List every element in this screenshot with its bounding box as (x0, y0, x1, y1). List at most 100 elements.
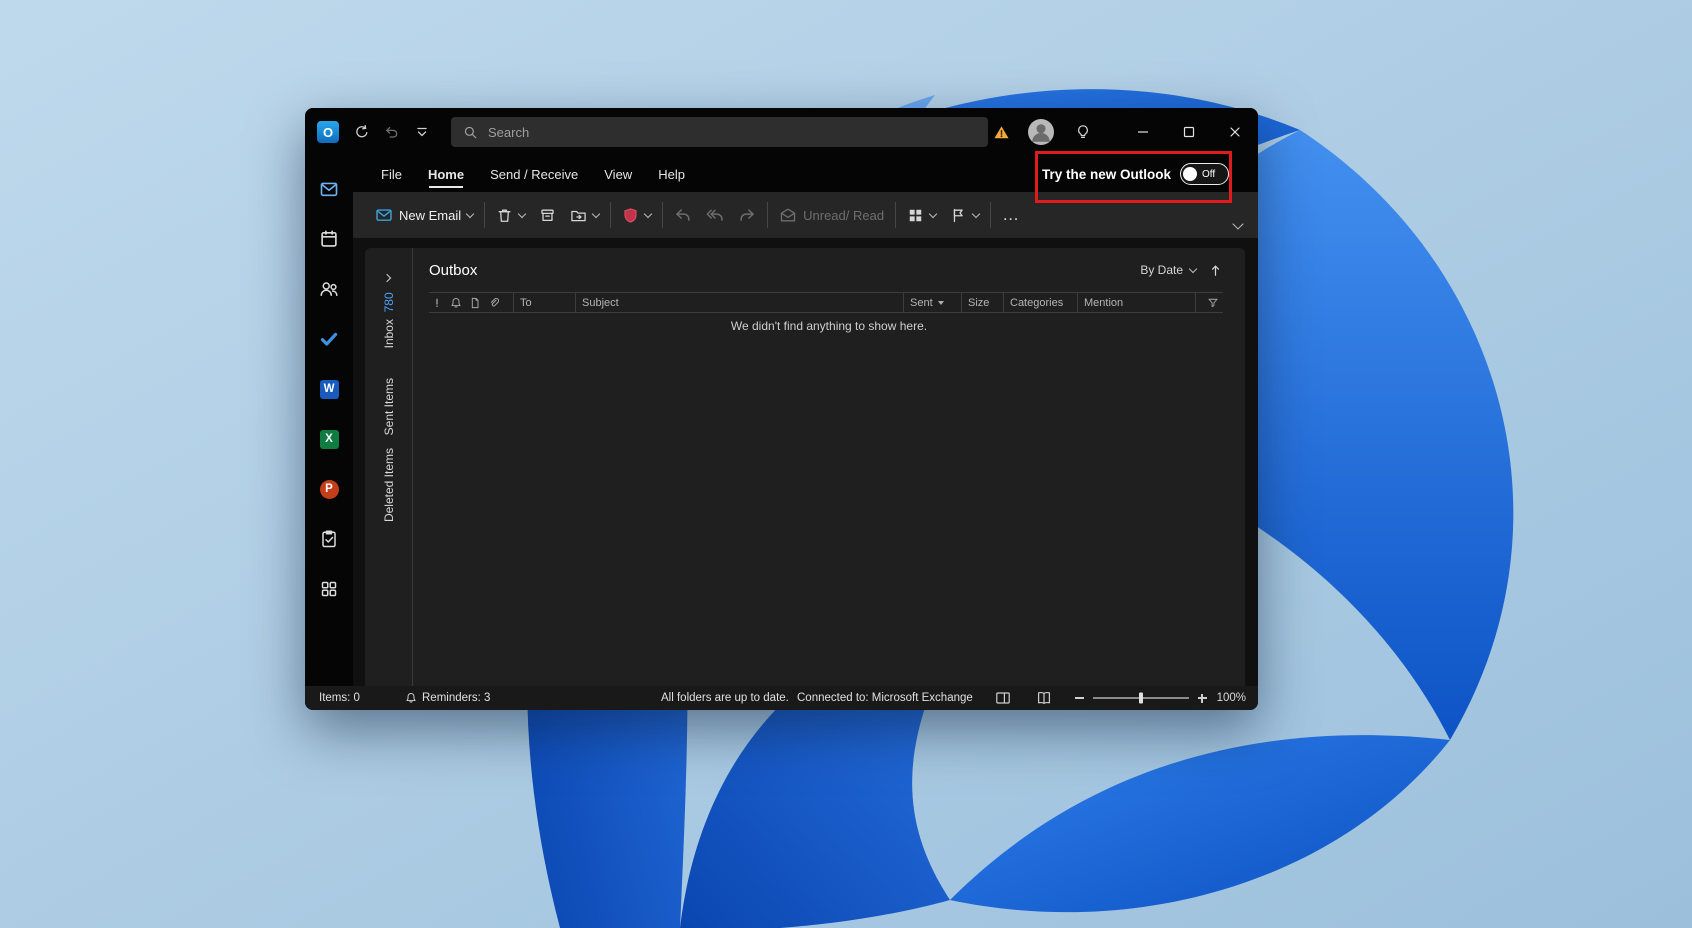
rail-word-button[interactable]: W (305, 364, 353, 414)
column-size[interactable]: Size (961, 293, 1003, 312)
menu-help[interactable]: Help (658, 156, 685, 192)
mail-panel: Inbox780 Sent Items Deleted Items Outbox… (365, 248, 1245, 686)
folder-inbox[interactable]: Inbox780 (382, 292, 396, 348)
move-to-chevron-icon[interactable] (592, 209, 600, 217)
delete-chevron-icon[interactable] (518, 209, 526, 217)
zoom-out-button[interactable] (1075, 697, 1084, 699)
folders-up-to-date-status: All folders are up to date. (661, 692, 789, 704)
column-mention[interactable]: Mention (1077, 293, 1195, 312)
rail-powerpoint-button[interactable]: P (305, 464, 353, 514)
send-receive-refresh-icon[interactable] (349, 119, 375, 145)
list-header: Outbox By Date (413, 248, 1245, 292)
quick-steps-chevron-icon[interactable] (929, 209, 937, 217)
importance-icon[interactable] (431, 297, 443, 309)
sort-chevron-icon (1189, 264, 1197, 272)
column-sent[interactable]: Sent (903, 293, 961, 312)
empty-state-message: We didn't find anything to show here. (413, 319, 1245, 333)
close-button[interactable] (1212, 108, 1258, 156)
column-categories[interactable]: Categories (1003, 293, 1077, 312)
zoom-in-button[interactable] (1198, 694, 1207, 703)
move-to-button[interactable] (570, 207, 599, 224)
column-filter-button[interactable] (1195, 293, 1223, 312)
menu-send-receive[interactable]: Send / Receive (490, 156, 578, 192)
unread-read-button[interactable]: Unread/ Read (779, 206, 884, 224)
reply-all-button[interactable] (706, 206, 724, 224)
flag-icon (950, 207, 967, 224)
try-new-outlook-group: Try the new Outlook Off (1042, 156, 1229, 192)
collapse-ribbon-button[interactable] (1234, 216, 1242, 231)
forward-button[interactable] (738, 206, 756, 224)
delete-button[interactable] (496, 207, 525, 224)
chevron-down-icon (1232, 218, 1243, 229)
layout-reading-view-button[interactable] (1036, 690, 1052, 706)
flag-button[interactable] (950, 207, 979, 224)
rail-calendar-button[interactable] (305, 214, 353, 264)
rail-mail-button[interactable] (305, 164, 353, 214)
zoom-slider-handle[interactable] (1139, 693, 1143, 704)
menu-home[interactable]: Home (428, 156, 464, 192)
reply-button[interactable] (674, 206, 692, 224)
rail-tasks-button[interactable] (305, 514, 353, 564)
reminder-bell-column-icon[interactable] (450, 297, 462, 309)
menu-view[interactable]: View (604, 156, 632, 192)
search-input[interactable] (486, 124, 930, 141)
titlebar: O (305, 108, 1258, 156)
chevron-right-icon (383, 274, 391, 282)
warning-icon[interactable] (988, 119, 1014, 145)
zoom-slider[interactable] (1093, 697, 1189, 699)
sort-by-label: By Date (1140, 263, 1183, 277)
maximize-button[interactable] (1166, 108, 1212, 156)
archive-button[interactable] (539, 207, 556, 224)
todo-check-icon (319, 329, 339, 349)
expand-folder-pane-button[interactable] (384, 268, 390, 286)
reply-all-icon (706, 206, 724, 224)
people-icon (319, 279, 339, 299)
menu-file[interactable]: File (381, 156, 402, 192)
rail-todo-button[interactable] (305, 314, 353, 364)
rail-more-apps-button[interactable] (305, 564, 353, 614)
ribbon-divider (484, 202, 485, 228)
new-outlook-toggle[interactable]: Off (1180, 163, 1229, 185)
sort-by-dropdown[interactable]: By Date (1140, 263, 1196, 277)
folder-sent-items[interactable]: Sent Items (382, 378, 396, 435)
unread-read-label: Unread/ Read (803, 208, 884, 223)
item-type-icon[interactable] (469, 297, 481, 309)
search-box[interactable] (451, 117, 988, 147)
attachment-paperclip-icon[interactable] (488, 297, 500, 309)
minimize-button[interactable] (1120, 108, 1166, 156)
rail-excel-button[interactable]: X (305, 414, 353, 464)
column-subject[interactable]: Subject (575, 293, 903, 312)
user-avatar[interactable] (1028, 119, 1054, 145)
sort-direction-button[interactable] (1208, 263, 1223, 278)
new-email-label: New Email (399, 208, 461, 223)
report-chevron-icon[interactable] (644, 209, 652, 217)
arrow-up-icon (1208, 263, 1223, 278)
lightbulb-tips-icon[interactable] (1070, 119, 1096, 145)
app-rail: W X P (305, 156, 353, 686)
new-email-chevron-icon[interactable] (466, 209, 474, 217)
excel-icon: X (320, 430, 339, 449)
ribbon-divider (990, 202, 991, 228)
column-to[interactable]: To (513, 293, 575, 312)
new-email-button[interactable]: New Email (375, 206, 473, 224)
message-list-area: Outbox By Date (413, 248, 1245, 686)
folder-deleted-items[interactable]: Deleted Items (382, 448, 396, 522)
quick-steps-grid-icon (907, 207, 924, 224)
more-commands-button[interactable]: … (1002, 210, 1020, 220)
layout-normal-view-button[interactable] (995, 690, 1011, 706)
undo-icon[interactable] (379, 119, 405, 145)
reply-icon (674, 206, 692, 224)
calendar-icon (319, 229, 339, 249)
reading-pane-layout-icon (995, 690, 1011, 706)
flag-chevron-icon[interactable] (972, 209, 980, 217)
rail-people-button[interactable] (305, 264, 353, 314)
ribbon-toolbar: New Email (353, 192, 1258, 238)
column-header-row: To Subject Sent Size Categories Mention (429, 292, 1223, 313)
reminders-status[interactable]: Reminders: 3 (405, 692, 490, 704)
zoom-level[interactable]: 100% (1217, 692, 1246, 704)
customize-toolbar-chevron-icon[interactable] (409, 119, 435, 145)
report-button[interactable] (622, 207, 651, 224)
quick-steps-button[interactable] (907, 207, 936, 224)
archive-icon (539, 207, 556, 224)
folder-title: Outbox (429, 262, 477, 279)
